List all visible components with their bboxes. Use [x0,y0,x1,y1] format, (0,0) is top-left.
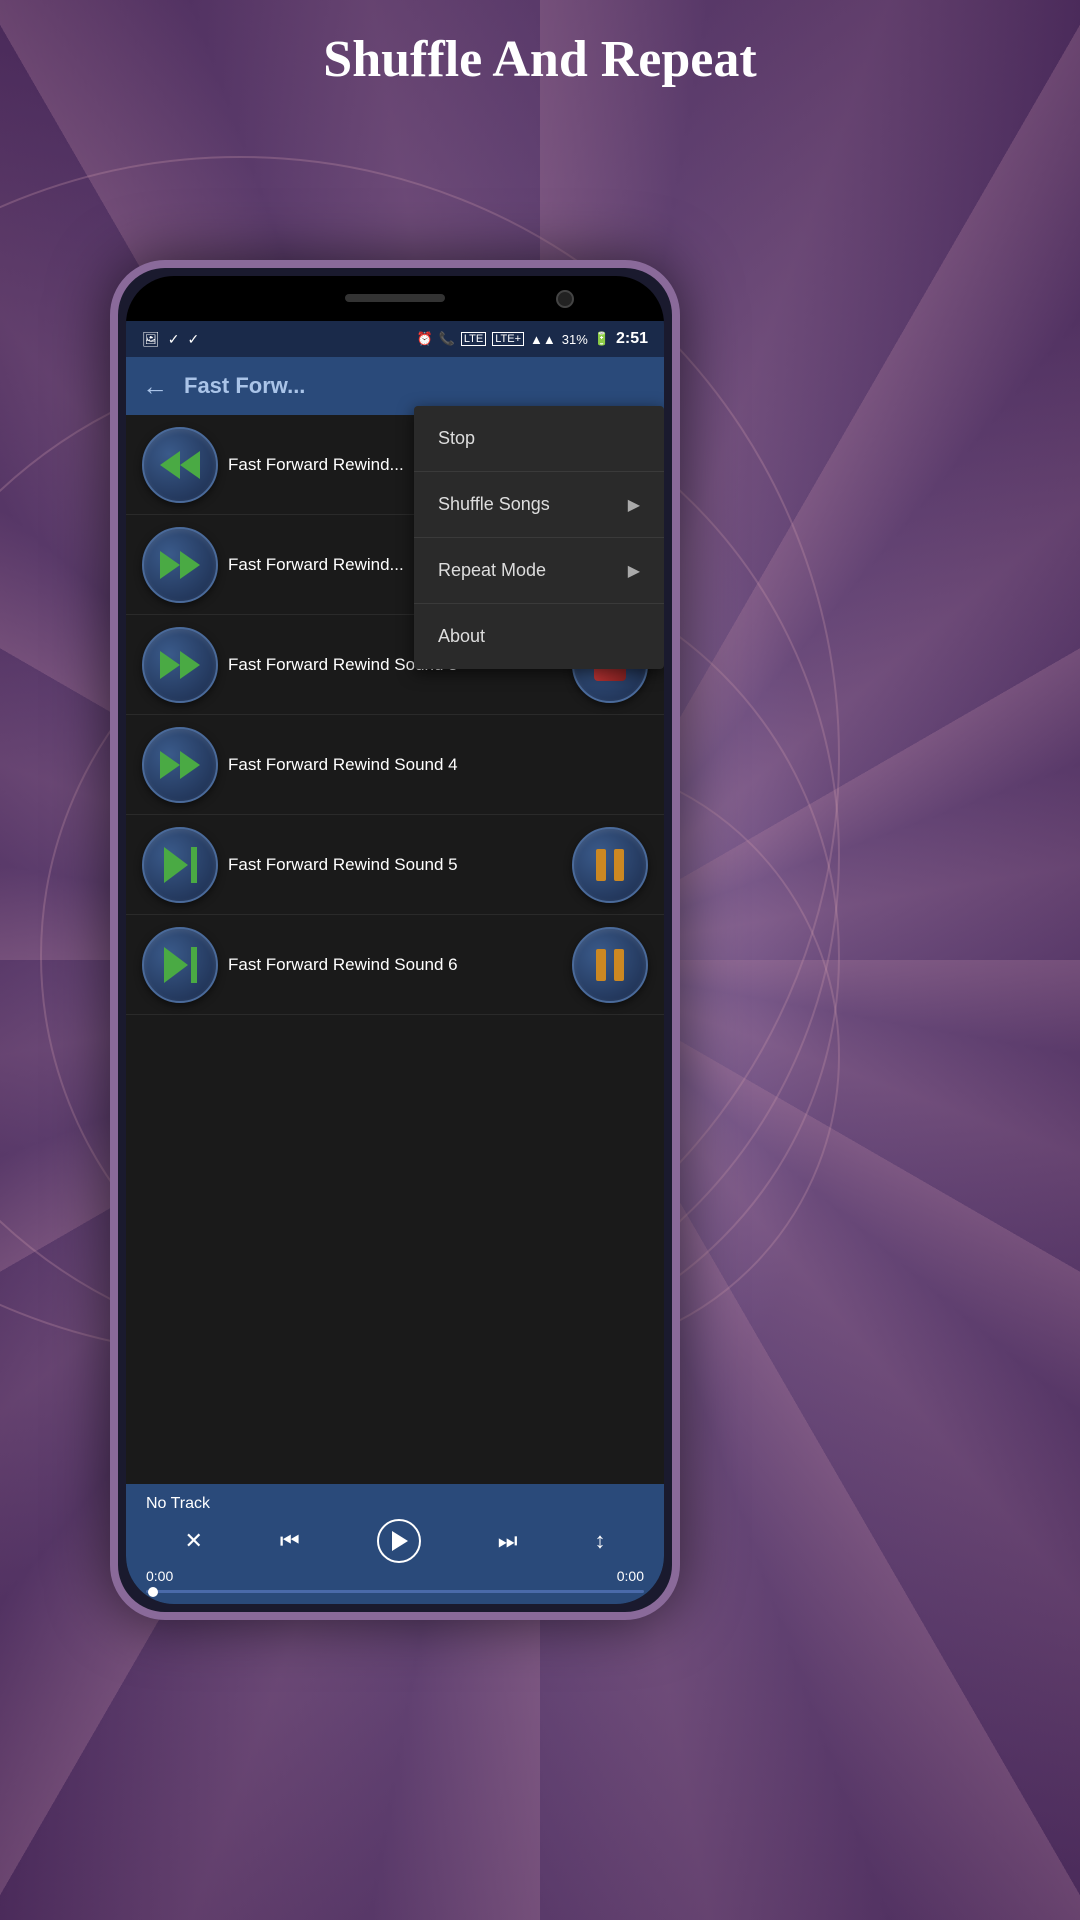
dropdown-item-shuffle[interactable]: Shuffle Songs ▶ [414,472,664,538]
rewind-arrow-1 [160,451,180,479]
ff-arrow-3a [160,651,180,679]
alarm-icon: ⏰ [417,331,433,347]
pause-button-6[interactable] [572,927,648,1003]
shuffle-label: Shuffle Songs [438,494,550,515]
no-track-label: No Track [146,1495,644,1513]
skip-triangle-6 [164,947,188,983]
phone-speaker [345,294,445,302]
image-icon: 🖼 [142,331,160,348]
progress-bar[interactable] [146,1590,644,1593]
time-end: 0:00 [617,1568,644,1584]
pause-bar-5b [614,849,624,881]
dropdown-item-repeat[interactable]: Repeat Mode ▶ [414,538,664,604]
ff-arrow-2 [180,551,200,579]
phone-icon: 📞 [439,331,455,347]
phone-camera [556,290,574,308]
skip-bar-5 [191,847,197,883]
list-item[interactable]: Fast Forward Rewind Sound 5 [126,815,664,915]
skip-bar-6 [191,947,197,983]
song-name-6: Fast Forward Rewind Sound 6 [228,955,562,975]
play-triangle-icon [392,1531,408,1551]
ff-button-4[interactable] [142,727,218,803]
about-label: About [438,626,485,647]
skip-triangle-5 [164,847,188,883]
rewind-arrow-2 [180,451,200,479]
skip-next-icon-5 [164,847,197,883]
back-button[interactable]: ← [142,371,168,402]
pause-bar-5a [596,849,606,881]
repeat-player-icon[interactable]: ↕ [594,1528,605,1554]
phone-inner: 🖼 ✓ ✓ ⏰ 📞 LTE LTE+ ▲▲ 31% 🔋 2:51 ← Fast … [126,276,664,1604]
battery-pct: 31% [562,332,588,347]
skip-next-icon-6 [164,947,197,983]
rewind-icon [160,451,200,479]
stop-label: Stop [438,428,475,449]
side-button[interactable] [674,588,680,648]
ff-arrow-3b [180,651,200,679]
check-icon-1: ✓ [168,331,180,348]
bottom-player: No Track ✕ ⏮ ⏭ ↕ 0:00 0:00 [126,1484,664,1604]
page-title: Shuffle And Repeat [0,30,1080,89]
phone-frame: 🖼 ✓ ✓ ⏰ 📞 LTE LTE+ ▲▲ 31% 🔋 2:51 ← Fast … [110,260,680,1620]
shuffle-player-icon[interactable]: ✕ [184,1528,202,1554]
status-icons-right: ⏰ 📞 LTE LTE+ ▲▲ 31% 🔋 2:51 [417,330,649,348]
list-item[interactable]: Fast Forward Rewind Sound 6 [126,915,664,1015]
ff-icon [160,551,200,579]
app-title: Fast Forw... [184,373,305,399]
dropdown-item-about[interactable]: About [414,604,664,669]
ff-icon-3 [160,651,200,679]
clock: 2:51 [616,330,648,348]
ff-arrow-4b [180,751,200,779]
ff-button-3[interactable] [142,627,218,703]
dropdown-item-stop[interactable]: Stop [414,406,664,472]
progress-dot [148,1587,158,1597]
time-display: 0:00 0:00 [146,1568,644,1584]
dropdown-menu: Stop Shuffle Songs ▶ Repeat Mode ▶ About [414,406,664,669]
time-start: 0:00 [146,1568,173,1584]
pause-icon-6 [596,949,624,981]
pause-button-5[interactable] [572,827,648,903]
status-icons-left: 🖼 ✓ ✓ [142,331,199,348]
list-item[interactable]: Fast Forward Rewind Sound 4 [126,715,664,815]
player-controls: ✕ ⏮ ⏭ ↕ [146,1519,644,1563]
ff-icon-4 [160,751,200,779]
pause-icon-5 [596,849,624,881]
skip-button-6[interactable] [142,927,218,1003]
repeat-label: Repeat Mode [438,560,546,581]
status-bar: 🖼 ✓ ✓ ⏰ 📞 LTE LTE+ ▲▲ 31% 🔋 2:51 [126,321,664,357]
ff-button-2[interactable] [142,527,218,603]
skip-button-5[interactable] [142,827,218,903]
pause-bar-6b [614,949,624,981]
chevron-right-icon-repeat: ▶ [628,561,640,581]
prev-button[interactable]: ⏮ [280,1528,300,1554]
lte-label-2: LTE+ [492,332,524,346]
chevron-right-icon-shuffle: ▶ [628,495,640,515]
next-button[interactable]: ⏭ [498,1528,518,1554]
song-name-4: Fast Forward Rewind Sound 4 [228,755,648,775]
ff-arrow-4a [160,751,180,779]
battery-icon: 🔋 [594,331,610,347]
check-icon-2: ✓ [188,331,200,348]
play-player-button[interactable] [377,1519,421,1563]
lte-label-1: LTE [461,332,486,346]
pause-bar-6a [596,949,606,981]
ff-arrow-1 [160,551,180,579]
signal-bars: ▲▲ [530,332,556,347]
rewind-button-1[interactable] [142,427,218,503]
song-name-5: Fast Forward Rewind Sound 5 [228,855,562,875]
